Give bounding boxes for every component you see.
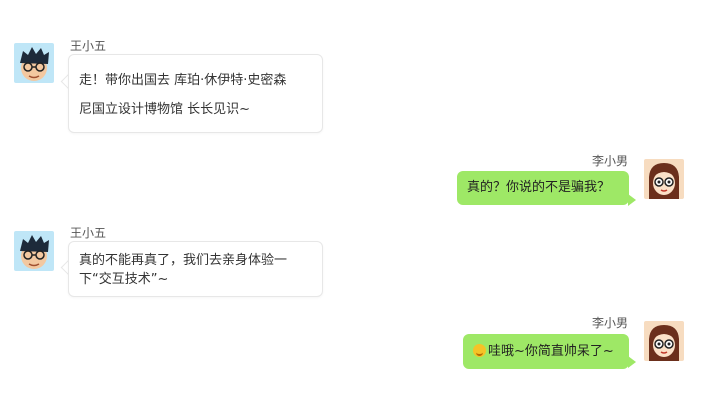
message-bubble[interactable]: 真的不能再真了，我们去亲身体验一 下“交互技术”~ — [68, 241, 323, 297]
grin-emoji-icon — [473, 344, 486, 357]
message-text: 真的？你说的不是骗我？ — [467, 180, 611, 195]
message-text: 尼国立设计博物馆 长长见识~ — [79, 102, 251, 117]
message-line: 哇哦~你简直帅呆了~ — [473, 334, 619, 369]
sender-name: 李小男 — [592, 316, 629, 330]
girl-avatar-icon[interactable] — [644, 321, 684, 361]
message-text: 哇哦~你简直帅呆了~ — [488, 344, 614, 359]
sender-name: 王小五 — [70, 226, 107, 240]
message-text: 真的不能再真了，我们去亲身体验一 — [79, 253, 288, 268]
bubble-tail — [628, 356, 636, 368]
message-text: 下“交互技术”~ — [79, 272, 169, 287]
sender-name: 李小男 — [592, 154, 629, 168]
message-bubble[interactable]: 真的？你说的不是骗我？ — [457, 171, 629, 205]
message-text: 走！带你出国去 库珀·休伊特·史密森 — [79, 73, 287, 88]
message-bubble[interactable]: 哇哦~你简直帅呆了~ — [463, 334, 629, 369]
girl-avatar-icon[interactable] — [644, 159, 684, 199]
bubble-tail — [628, 194, 636, 206]
sender-name: 王小五 — [70, 39, 107, 53]
boy-avatar-icon[interactable] — [14, 231, 54, 271]
message-bubble[interactable]: 走！带你出国去 库珀·休伊特·史密森 尼国立设计博物馆 长长见识~ — [68, 54, 323, 133]
boy-avatar-icon[interactable] — [14, 43, 54, 83]
